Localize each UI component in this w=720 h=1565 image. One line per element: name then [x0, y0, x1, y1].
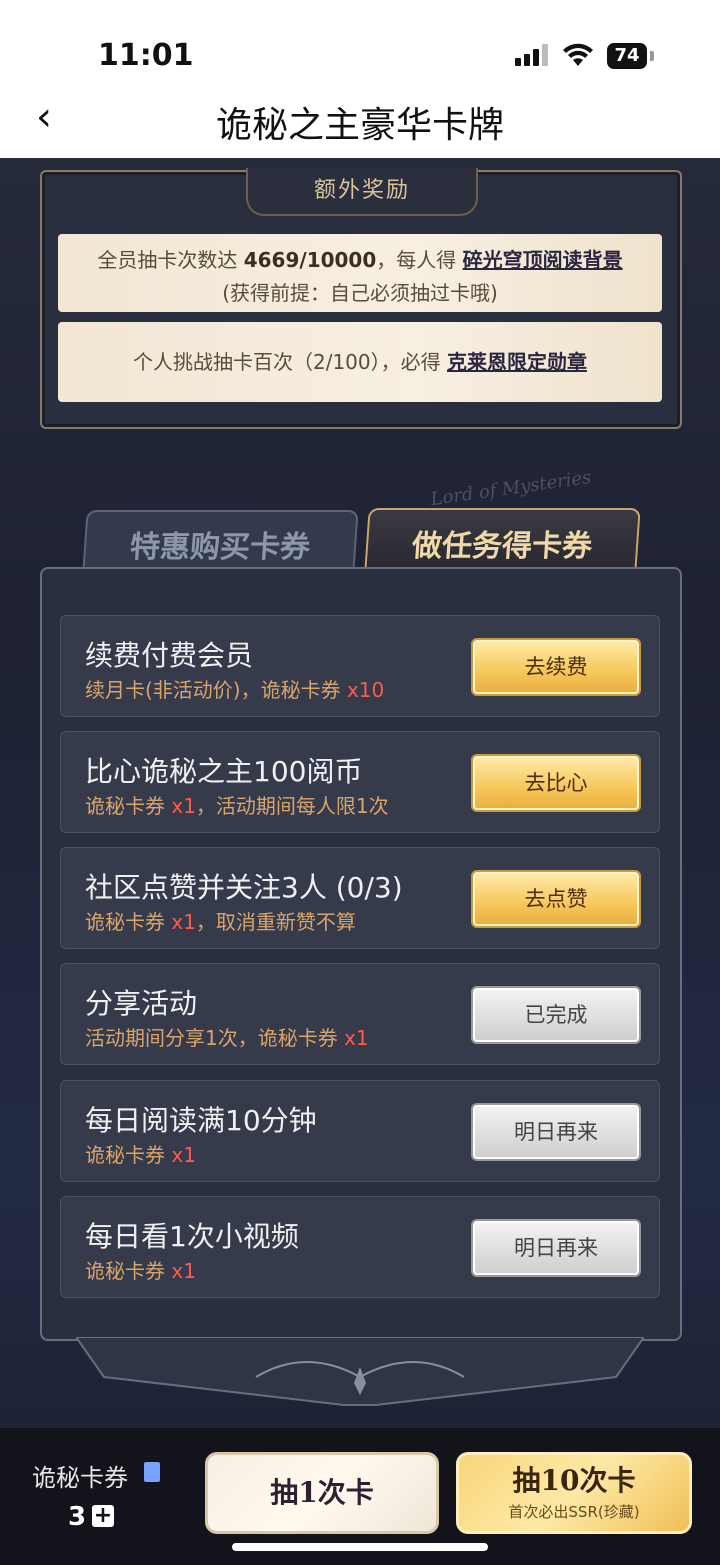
battery-tip — [650, 51, 654, 61]
draw-once-button[interactable]: 抽1次卡 — [205, 1452, 439, 1534]
reading-background-link[interactable]: 碎光穹顶阅读背景 — [463, 248, 623, 272]
bonus-line1-mid: ，每人得 — [376, 248, 463, 272]
draw-ten-button[interactable]: 抽10次卡 首次必出SSR(珍藏) — [456, 1452, 692, 1534]
renew-button[interactable]: 去续费 — [473, 640, 639, 694]
task-reward-qty: x1 — [171, 910, 196, 934]
cellular-signal-icon — [515, 44, 548, 66]
task-reward: 活动期间分享1次，诡秘卡券 x1 — [85, 1022, 369, 1051]
task-reward-qty: x10 — [346, 678, 385, 702]
task-item: 续费付费会员 续月卡(非活动价)，诡秘卡券 x10 去续费 — [60, 615, 660, 717]
bonus-line1-prefix: 全员抽卡次数达 — [97, 248, 244, 272]
task-item: 每日看1次小视频 诡秘卡券 x1 明日再来 — [60, 1196, 660, 1298]
bottom-ornament-icon — [76, 1337, 644, 1406]
task-reward-text: 诡秘卡券 — [85, 794, 172, 818]
status-bar: 11:01 74 — [0, 0, 720, 90]
bonus-card-global: 全员抽卡次数达 4669/10000，每人得 碎光穹顶阅读背景 (获得前提：自己… — [58, 234, 662, 312]
task-reward: 诡秘卡券 x1 — [85, 1255, 196, 1284]
task-item: 每日阅读满10分钟 诡秘卡券 x1 明日再来 — [60, 1080, 660, 1182]
bonus-title-plate: 额外奖励 — [246, 168, 478, 216]
task-reward: 诡秘卡券 x1，取消重新赞不算 — [85, 906, 356, 935]
task-item: 分享活动 活动期间分享1次，诡秘卡券 x1 已完成 — [60, 963, 660, 1065]
task-item: 比心诡秘之主100阅币 诡秘卡券 x1，活动期间每人限1次 去比心 — [60, 731, 660, 833]
task-title: 社区点赞并关注3人 (0/3) — [85, 871, 403, 904]
bonus-line-2: (获得前提：自己必须抽过卡哦) — [222, 281, 498, 305]
completed-button[interactable]: 已完成 — [473, 988, 639, 1042]
task-reward-text: 诡秘卡券 — [85, 1143, 172, 1167]
bonus-title: 额外奖励 — [313, 178, 410, 203]
task-reward-text: 诡秘卡券 — [85, 1259, 172, 1283]
ticket-count: 3 — [68, 1502, 87, 1532]
ticket-icon — [144, 1462, 160, 1482]
global-draw-count: 4669/10000 — [243, 248, 377, 272]
task-reward: 诡秘卡券 x1 — [85, 1139, 196, 1168]
ticket-label: 诡秘卡券 — [32, 1464, 128, 1492]
task-reward-note: ，活动期间每人限1次 — [195, 794, 389, 818]
task-reward-text: 续月卡(非活动价)，诡秘卡券 — [85, 678, 347, 702]
wifi-icon — [563, 43, 593, 66]
home-indicator — [232, 1543, 488, 1551]
task-reward-qty: x1 — [344, 1026, 369, 1050]
draw-ten-sublabel: 首次必出SSR(珍藏) — [508, 1503, 640, 1521]
task-reward-qty: x1 — [171, 1143, 196, 1167]
task-reward: 续月卡(非活动价)，诡秘卡券 x10 — [85, 674, 384, 703]
task-reward-qty: x1 — [171, 794, 196, 818]
come-back-tomorrow-button[interactable]: 明日再来 — [473, 1221, 639, 1275]
task-title: 比心诡秘之主100阅币 — [85, 755, 363, 788]
task-title: 分享活动 — [85, 987, 198, 1020]
come-back-tomorrow-button[interactable]: 明日再来 — [473, 1105, 639, 1159]
status-time: 11:01 — [98, 38, 194, 73]
add-ticket-icon[interactable]: + — [92, 1505, 114, 1527]
task-reward-note: ，取消重新赞不算 — [195, 910, 356, 934]
task-title: 每日看1次小视频 — [85, 1220, 299, 1253]
battery-icon: 74 — [607, 43, 647, 69]
nav-bar: ‹ 诡秘之主豪华卡牌 — [0, 90, 720, 158]
like-button[interactable]: 去点赞 — [473, 872, 639, 926]
bonus-line-1: 全员抽卡次数达 4669/10000，每人得 碎光穹顶阅读背景 — [58, 244, 662, 273]
page-title: 诡秘之主豪华卡牌 — [215, 105, 504, 146]
task-reward-qty: x1 — [171, 1259, 196, 1283]
limited-badge-link[interactable]: 克莱恩限定勋章 — [447, 350, 587, 374]
task-title: 续费付费会员 — [85, 639, 254, 672]
bonus-card-personal: 个人挑战抽卡百次（2/100），必得 克莱恩限定勋章 — [58, 322, 662, 402]
draw-ten-label: 抽10次卡 — [512, 1464, 636, 1497]
task-title: 每日阅读满10分钟 — [85, 1104, 317, 1137]
bonus-line3-prefix: 个人挑战抽卡百次（2/100），必得 — [133, 350, 447, 374]
send-heart-button[interactable]: 去比心 — [473, 756, 639, 810]
task-reward: 诡秘卡券 x1，活动期间每人限1次 — [85, 790, 389, 819]
task-item: 社区点赞并关注3人 (0/3) 诡秘卡券 x1，取消重新赞不算 去点赞 — [60, 847, 660, 949]
task-reward-text: 诡秘卡券 — [85, 910, 172, 934]
task-reward-text: 活动期间分享1次，诡秘卡券 — [85, 1026, 345, 1050]
